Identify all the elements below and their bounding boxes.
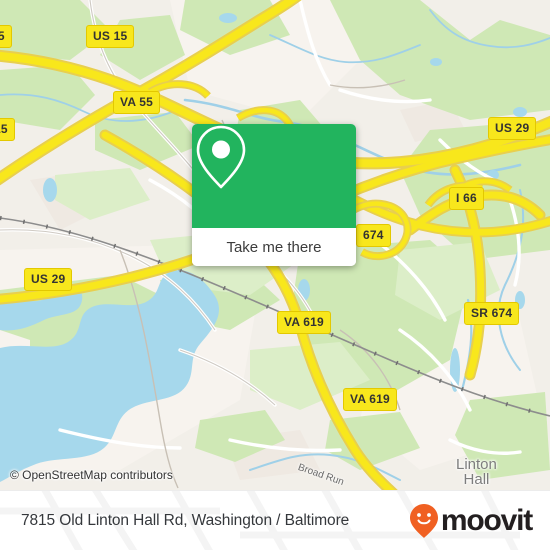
card-pin-panel (192, 124, 356, 228)
moovit-map-screenshot: US 15 VA 55 55 15 US 29 US 29 I 66 SR 67… (0, 0, 550, 550)
shield-55-edge[interactable]: 55 (0, 25, 12, 48)
shield-sr-674[interactable]: SR 674 (464, 302, 520, 325)
map-canvas[interactable]: US 15 VA 55 55 15 US 29 US 29 I 66 SR 67… (0, 0, 550, 490)
moovit-wordmark: moovit (440, 504, 533, 537)
shield-15-edge[interactable]: 15 (0, 118, 15, 141)
address-text: 7815 Old Linton Hall Rd, Washington / Ba… (21, 512, 350, 529)
shield-us-29-west[interactable]: US 29 (24, 268, 73, 291)
footer-bar: 7815 Old Linton Hall Rd, Washington / Ba… (0, 490, 550, 550)
shield-va-55[interactable]: VA 55 (113, 91, 161, 114)
poi-callout-card[interactable]: Take me there (192, 124, 356, 266)
shield-i-66[interactable]: I 66 (449, 187, 484, 210)
shield-us-15[interactable]: US 15 (86, 25, 135, 48)
take-me-there-button[interactable]: Take me there (192, 228, 356, 266)
take-me-there-label: Take me there (226, 238, 322, 256)
moovit-pin-smiley-icon (409, 504, 438, 538)
moovit-logo[interactable]: moovit (409, 503, 533, 539)
shield-674-behind-card[interactable]: 674 (356, 224, 391, 247)
osm-attribution[interactable]: © OpenStreetMap contributors (10, 468, 173, 482)
map-pin-icon (196, 125, 246, 189)
shield-va-619-south[interactable]: VA 619 (343, 388, 397, 411)
shield-us-29-east[interactable]: US 29 (488, 117, 537, 140)
shield-va-619-north[interactable]: VA 619 (277, 311, 331, 334)
footer-content: 7815 Old Linton Hall Rd, Washington / Ba… (0, 491, 550, 550)
